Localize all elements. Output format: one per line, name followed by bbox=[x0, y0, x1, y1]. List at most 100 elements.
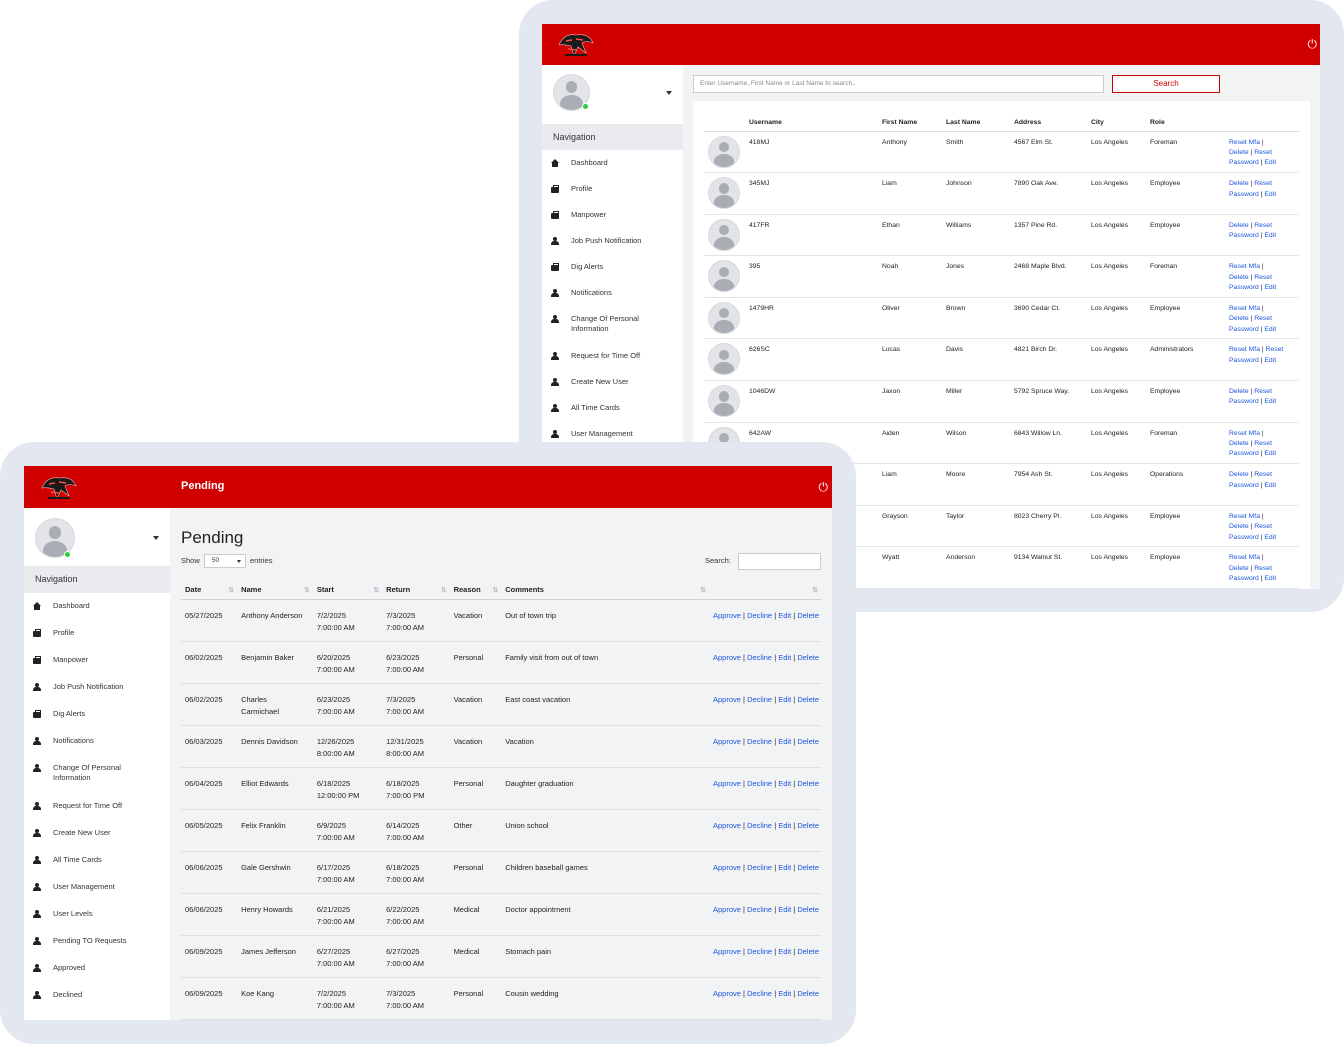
reset-password-link[interactable]: Reset bbox=[1254, 222, 1272, 229]
reset-mfa-link[interactable]: Reset Mfa bbox=[1229, 346, 1260, 353]
search-button[interactable]: Search bbox=[1112, 75, 1220, 93]
column-header-city[interactable]: City bbox=[1091, 115, 1150, 132]
delete-link[interactable]: Delete bbox=[1229, 388, 1249, 395]
sidebar-item-user-levels[interactable]: User Levels bbox=[24, 901, 170, 928]
table-row[interactable]: 06/02/2025 Benjamin Baker 6/20/2025 7:00:0… bbox=[181, 641, 821, 684]
delete-link[interactable]: Delete bbox=[797, 821, 819, 830]
decline-link[interactable]: Decline bbox=[747, 695, 772, 704]
delete-link[interactable]: Delete bbox=[797, 611, 819, 620]
edit-link[interactable]: Edit bbox=[1264, 450, 1276, 457]
reset-password-link[interactable]: Reset bbox=[1254, 440, 1272, 447]
sidebar-item-job-push-notification[interactable]: Job Push Notification bbox=[24, 674, 170, 701]
decline-link[interactable]: Decline bbox=[747, 905, 772, 914]
approve-link[interactable]: Approve bbox=[713, 611, 741, 620]
column-header-role[interactable]: Role bbox=[1150, 115, 1229, 132]
edit-link[interactable]: Edit bbox=[778, 653, 791, 662]
edit-link[interactable]: Edit bbox=[1264, 357, 1276, 364]
column-header-date[interactable]: Date ⇅ bbox=[181, 581, 238, 600]
column-header-address[interactable]: Address bbox=[1014, 115, 1091, 132]
column-header-return[interactable]: Return ⇅ bbox=[382, 581, 450, 600]
approve-link[interactable]: Approve bbox=[713, 779, 741, 788]
approve-link[interactable]: Approve bbox=[713, 653, 741, 662]
decline-link[interactable]: Decline bbox=[747, 779, 772, 788]
reset-password-link[interactable]: Password bbox=[1229, 159, 1259, 166]
reset-password-link[interactable]: Reset bbox=[1266, 346, 1284, 353]
sidebar-item-change-of-personal-information[interactable]: Change Of Personal Information bbox=[24, 755, 170, 793]
sidebar-item-manpower[interactable]: Manpower bbox=[24, 647, 170, 674]
table-row[interactable]: 06/05/2025 Felix Franklin 6/9/2025 7:00:00… bbox=[181, 809, 821, 852]
decline-link[interactable]: Decline bbox=[747, 611, 772, 620]
edit-link[interactable]: Edit bbox=[1264, 575, 1276, 582]
search-input[interactable]: Enter Username, First Name or Last Name … bbox=[693, 75, 1104, 93]
sidebar-item-profile[interactable]: Profile bbox=[542, 176, 683, 202]
delete-link[interactable]: Delete bbox=[1229, 523, 1249, 530]
approve-link[interactable]: Approve bbox=[713, 695, 741, 704]
decline-link[interactable]: Decline bbox=[747, 821, 772, 830]
sidebar-item-dig-alerts[interactable]: Dig Alerts bbox=[24, 701, 170, 728]
table-row[interactable]: 06/04/2025 Elliot Edwards 6/18/2025 12:00:… bbox=[181, 767, 821, 810]
sidebar-item-create-new-user[interactable]: Create New User bbox=[24, 820, 170, 847]
table-row[interactable]: 418MJ Anthony Smith 4567 Elm St. Los Angeles… bbox=[704, 131, 1299, 174]
column-header-last-name[interactable]: Last Name bbox=[946, 115, 1014, 132]
decline-link[interactable]: Decline bbox=[747, 863, 772, 872]
approve-link[interactable]: Approve bbox=[713, 821, 741, 830]
profile-block[interactable] bbox=[24, 508, 170, 566]
reset-password-link[interactable]: Reset bbox=[1254, 315, 1272, 322]
power-icon[interactable]: ⏻ bbox=[1308, 38, 1318, 50]
table-row[interactable]: 06/09/2025 James Jefferson 6/27/2025 7:00:… bbox=[181, 935, 821, 978]
edit-link[interactable]: Edit bbox=[1264, 191, 1276, 198]
table-row[interactable]: 1479HR Oliver Brown 3690 Cedar Ct. Los Angel… bbox=[704, 297, 1299, 340]
profile-block[interactable] bbox=[542, 65, 683, 123]
reset-password-link[interactable]: Password bbox=[1229, 326, 1259, 333]
approve-link[interactable]: Approve bbox=[713, 905, 741, 914]
edit-link[interactable]: Edit bbox=[1264, 284, 1276, 291]
sidebar-item-notifications[interactable]: Notifications bbox=[24, 728, 170, 755]
edit-link[interactable]: Edit bbox=[1264, 398, 1276, 405]
sidebar-item-job-push-notification[interactable]: Job Push Notification bbox=[542, 228, 683, 254]
delete-link[interactable]: Delete bbox=[797, 695, 819, 704]
table-row[interactable]: 06/09/2025 Koe Kang 7/2/2025 7:00:00 AM 7/3… bbox=[181, 977, 821, 1020]
edit-link[interactable]: Edit bbox=[778, 695, 791, 704]
edit-link[interactable]: Edit bbox=[778, 779, 791, 788]
edit-link[interactable]: Edit bbox=[1264, 326, 1276, 333]
search-input[interactable] bbox=[738, 553, 821, 570]
delete-link[interactable]: Delete bbox=[1229, 274, 1249, 281]
edit-link[interactable]: Edit bbox=[778, 863, 791, 872]
reset-mfa-link[interactable]: Reset Mfa bbox=[1229, 263, 1260, 270]
decline-link[interactable]: Decline bbox=[747, 653, 772, 662]
reset-password-link[interactable]: Password bbox=[1229, 450, 1259, 457]
edit-link[interactable]: Edit bbox=[1264, 482, 1276, 489]
decline-link[interactable]: Decline bbox=[747, 989, 772, 998]
delete-link[interactable]: Delete bbox=[797, 863, 819, 872]
sidebar-item-all-time-cards[interactable]: All Time Cards bbox=[542, 395, 683, 421]
reset-password-link[interactable]: Reset bbox=[1254, 388, 1272, 395]
sidebar-item-request-for-time-off[interactable]: Request for Time Off bbox=[542, 343, 683, 369]
reset-password-link[interactable]: Reset bbox=[1254, 523, 1272, 530]
delete-link[interactable]: Delete bbox=[1229, 149, 1249, 156]
chevron-down-icon[interactable] bbox=[666, 91, 672, 95]
reset-mfa-link[interactable]: Reset Mfa bbox=[1229, 139, 1260, 146]
reset-password-link[interactable]: Reset bbox=[1254, 274, 1272, 281]
sidebar-item-dig-alerts[interactable]: Dig Alerts bbox=[542, 254, 683, 280]
delete-link[interactable]: Delete bbox=[1229, 222, 1249, 229]
sidebar-item-approved[interactable]: Approved bbox=[24, 955, 170, 982]
sidebar-item-notifications[interactable]: Notifications bbox=[542, 280, 683, 306]
delete-link[interactable]: Delete bbox=[1229, 471, 1249, 478]
table-row[interactable]: 06/06/2025 Henry Howards 6/21/2025 7:00:00… bbox=[181, 893, 821, 936]
sidebar-item-change-of-personal-information[interactable]: Change Of Personal Information bbox=[542, 306, 683, 343]
power-icon[interactable]: ⏻ bbox=[819, 481, 829, 493]
reset-password-link[interactable]: Password bbox=[1229, 191, 1259, 198]
table-row[interactable]: 06/06/2025 Gale Gershwin 6/17/2025 7:00:00… bbox=[181, 851, 821, 894]
delete-link[interactable]: Delete bbox=[1229, 440, 1249, 447]
edit-link[interactable]: Edit bbox=[1264, 534, 1276, 541]
edit-link[interactable]: Edit bbox=[778, 947, 791, 956]
sidebar-item-dashboard[interactable]: Dashboard bbox=[542, 150, 683, 176]
reset-mfa-link[interactable]: Reset Mfa bbox=[1229, 513, 1260, 520]
table-row[interactable]: 06/02/2025 Charles Carmichael 6/23/2025 7:… bbox=[181, 683, 821, 726]
column-header-name[interactable]: Name ⇅ bbox=[237, 581, 313, 600]
column-header-first-name[interactable]: First Name bbox=[882, 115, 946, 132]
reset-password-link[interactable]: Reset bbox=[1254, 471, 1272, 478]
delete-link[interactable]: Delete bbox=[797, 905, 819, 914]
column-header-username[interactable]: Username bbox=[749, 115, 882, 132]
chevron-down-icon[interactable] bbox=[153, 536, 159, 540]
